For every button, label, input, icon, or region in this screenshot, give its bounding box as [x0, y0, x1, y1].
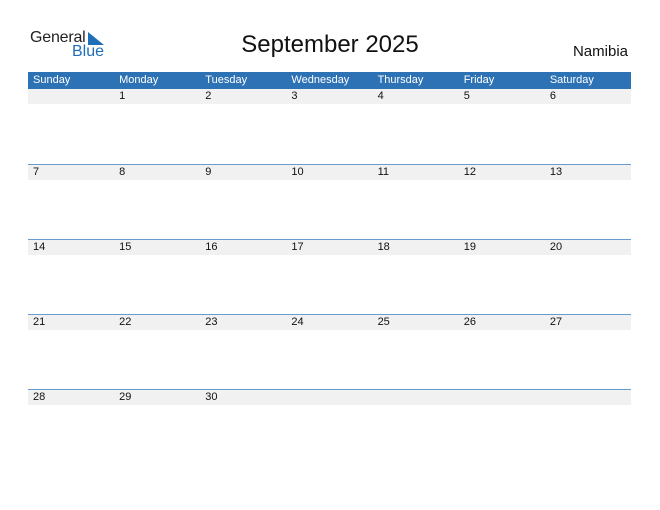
day-cell: 23 — [205, 316, 218, 328]
day-cell: 18 — [377, 241, 390, 253]
day-cell: 25 — [377, 316, 390, 328]
day-cell: 26 — [463, 316, 476, 328]
day-number-band: 14 15 16 17 18 19 20 — [28, 240, 631, 255]
day-number-band: 21 22 23 24 25 26 27 — [28, 315, 631, 330]
weekday-saturday: Saturday — [549, 74, 594, 86]
weekday-tuesday: Tuesday — [205, 74, 248, 86]
week-row: 7 8 9 10 11 12 13 — [28, 164, 631, 240]
day-cell: 16 — [205, 241, 218, 253]
day-cell: 21 — [33, 316, 46, 328]
week-row: 21 22 23 24 25 26 27 — [28, 314, 631, 390]
day-cell: 5 — [463, 90, 470, 102]
weekday-sunday: Sunday — [33, 74, 71, 86]
day-cell: 2 — [205, 90, 212, 102]
day-cell: 4 — [377, 90, 384, 102]
day-cell: 9 — [205, 166, 212, 178]
day-cell: 24 — [291, 316, 304, 328]
day-cell: 14 — [33, 241, 46, 253]
day-cell — [545, 390, 631, 405]
week-row: 14 15 16 17 18 19 20 — [28, 239, 631, 315]
day-cell: 11 — [377, 166, 389, 178]
day-cell: 3 — [291, 90, 298, 102]
day-cell: 29 — [119, 391, 132, 403]
day-cell: 30 — [205, 391, 218, 403]
day-cell — [373, 390, 459, 405]
day-cell: 28 — [33, 391, 46, 403]
day-cell: 20 — [549, 241, 563, 253]
day-number-band: 28 29 30 — [28, 390, 631, 405]
calendar-title: September 2025 — [241, 31, 419, 58]
day-cell: 15 — [119, 241, 132, 253]
day-cell: 13 — [549, 166, 563, 178]
week-row: 1 2 3 4 5 6 — [28, 89, 631, 164]
weekday-thursday: Thursday — [377, 74, 424, 86]
country-label: Namibia — [572, 43, 628, 60]
day-cell — [28, 89, 114, 104]
day-cell: 19 — [463, 241, 476, 253]
day-cell: 1 — [119, 90, 126, 102]
day-number-band: 7 8 9 10 11 12 13 — [28, 165, 631, 180]
day-cell: 10 — [291, 166, 304, 178]
day-cell: 6 — [549, 90, 556, 102]
weekday-monday: Monday — [119, 74, 159, 86]
day-cell — [459, 390, 545, 405]
day-cell: 8 — [119, 166, 126, 178]
weekday-friday: Friday — [463, 74, 495, 86]
day-cell: 17 — [291, 241, 304, 253]
day-number-band: 1 2 3 4 5 6 — [28, 89, 631, 104]
day-cell: 7 — [33, 166, 40, 178]
day-cell: 22 — [119, 316, 132, 328]
day-cell: 27 — [549, 316, 563, 328]
weekday-header: Sunday Monday Tuesday Wednesday Thursday… — [28, 72, 631, 89]
day-cell — [286, 390, 372, 405]
day-cell: 12 — [463, 166, 476, 178]
weekday-wednesday: Wednesday — [291, 74, 350, 86]
week-row: 28 29 30 — [28, 389, 631, 465]
